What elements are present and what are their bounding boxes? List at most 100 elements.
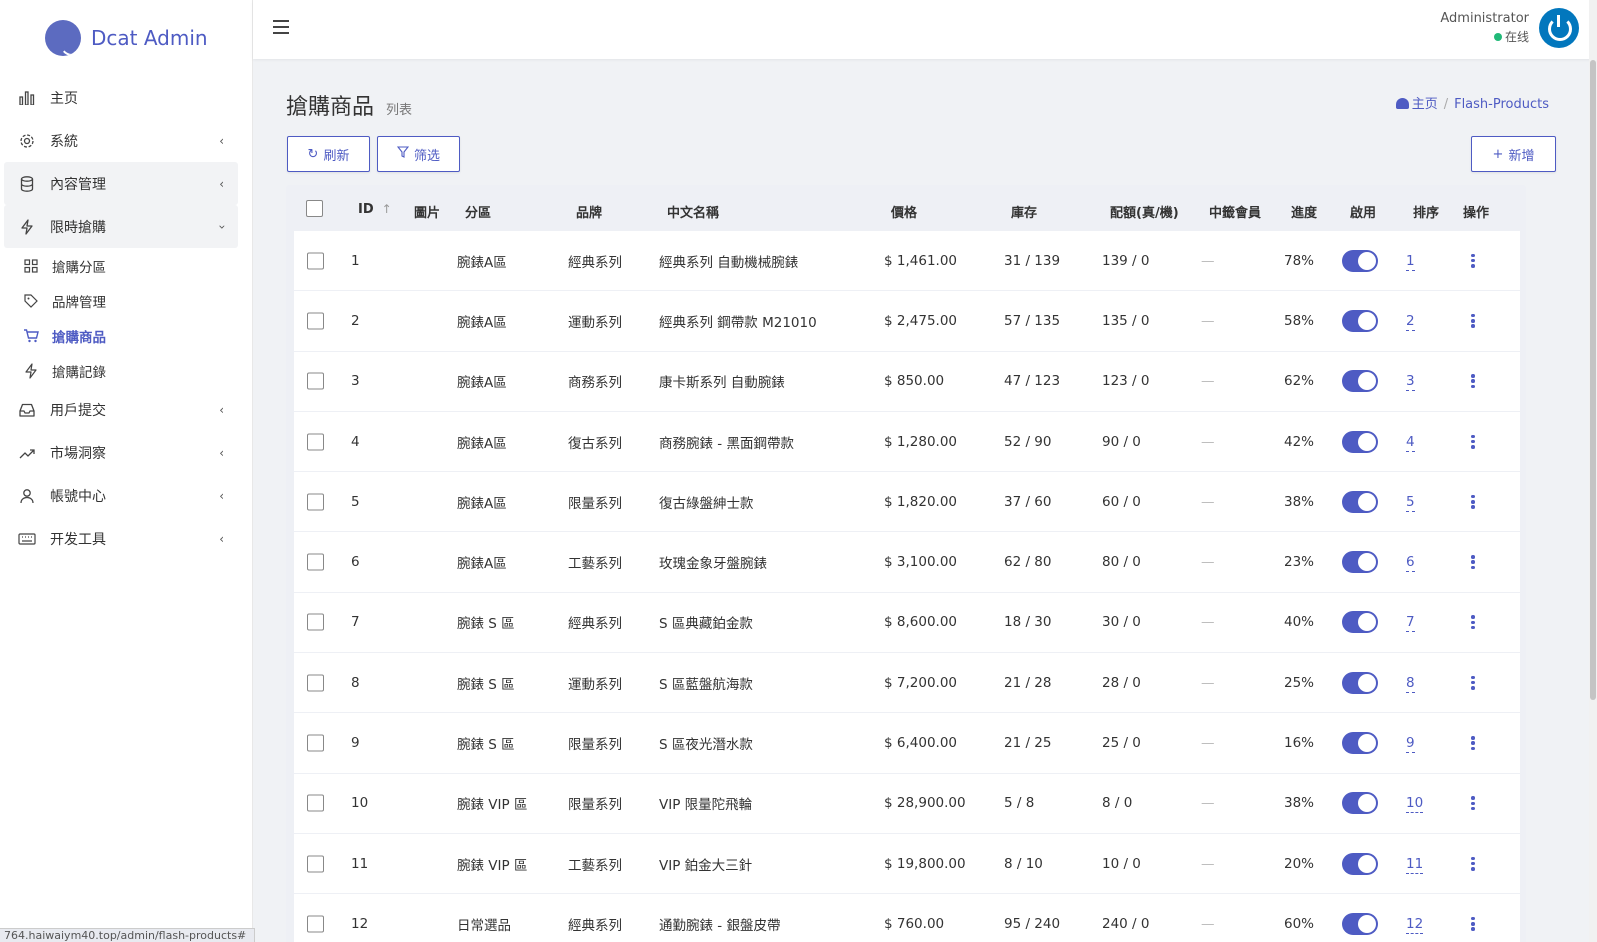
enabled-toggle[interactable] bbox=[1342, 490, 1378, 513]
table-row[interactable]: 2 腕錶A區 運動系列 經典系列 鋼帶款 M21010 $ 2,475.00 57 / 1… bbox=[294, 291, 1520, 352]
cell-brand: 工藝系列 bbox=[568, 556, 622, 573]
more-actions-icon[interactable] bbox=[1471, 253, 1475, 268]
more-actions-icon[interactable] bbox=[1471, 555, 1475, 570]
more-actions-icon[interactable] bbox=[1471, 313, 1475, 328]
cell-name: 復古綠盤紳士款 bbox=[659, 495, 754, 512]
more-actions-icon[interactable] bbox=[1471, 736, 1475, 751]
row-checkbox[interactable] bbox=[307, 252, 324, 270]
table-row[interactable]: 10 腕錶 VIP 區 限量系列 VIP 限量陀飛輪 $ 28,900.00 5 / 8 8… bbox=[294, 773, 1520, 834]
filter-icon bbox=[396, 146, 410, 162]
inbox-icon bbox=[18, 401, 36, 419]
page-scrollbar[interactable] bbox=[1589, 0, 1597, 942]
row-checkbox[interactable] bbox=[307, 734, 324, 752]
order-edit-link[interactable]: 7 bbox=[1406, 614, 1415, 633]
table-row[interactable]: 7 腕錶 S 區 經典系列 S 區典藏鉑金款 $ 8,600.00 18 / 30 30 /… bbox=[294, 592, 1520, 654]
table-row[interactable]: 6 腕錶A區 工藝系列 玫瑰金象牙盤腕錶 $ 3,100.00 62 / 80 80 / 0… bbox=[294, 532, 1520, 593]
sidebar-subitem-products[interactable]: 搶購商品 bbox=[22, 318, 252, 353]
select-all-checkbox[interactable] bbox=[306, 200, 323, 217]
row-checkbox[interactable] bbox=[307, 674, 324, 692]
sidebar: Dcat Admin 主页 系統 ‹ 內容管理 ‹ 限時搶購 ‹ 搶購分區 品牌… bbox=[0, 0, 255, 942]
enabled-toggle[interactable] bbox=[1342, 430, 1378, 453]
cell-progress: 58% bbox=[1284, 312, 1315, 329]
table-row[interactable]: 8 腕錶 S 區 運動系列 S 區藍盤航海款 $ 7,200.00 21 / 28 28 /… bbox=[294, 653, 1520, 714]
table-row[interactable]: 5 腕錶A區 限量系列 復古綠盤紳士款 $ 1,820.00 37 / 60 60 / 0 3… bbox=[294, 472, 1520, 533]
cell-name: 經典系列 鋼帶款 M21010 bbox=[659, 314, 817, 331]
avatar[interactable] bbox=[1539, 8, 1579, 48]
table-row[interactable]: 4 腕錶A區 復古系列 商務腕錶 - 黑面鋼帶款 $ 1,280.00 52 / 90 90… bbox=[294, 411, 1520, 473]
row-checkbox[interactable] bbox=[307, 312, 324, 330]
enabled-toggle[interactable] bbox=[1342, 912, 1378, 935]
row-checkbox[interactable] bbox=[307, 433, 324, 451]
cell-quota: 30 / 0 bbox=[1102, 614, 1141, 631]
cell-price: $ 1,461.00 bbox=[884, 252, 957, 269]
more-actions-icon[interactable] bbox=[1471, 615, 1475, 630]
brand[interactable]: Dcat Admin bbox=[0, 0, 252, 76]
order-edit-link[interactable]: 9 bbox=[1406, 735, 1415, 754]
cell-quota: 240 / 0 bbox=[1102, 915, 1150, 932]
row-checkbox[interactable] bbox=[307, 613, 324, 631]
row-checkbox[interactable] bbox=[307, 794, 324, 812]
sidebar-item-system[interactable]: 系統 ‹ bbox=[4, 119, 238, 162]
enabled-toggle[interactable] bbox=[1342, 852, 1378, 875]
cell-price: $ 19,800.00 bbox=[884, 855, 966, 872]
row-checkbox[interactable] bbox=[307, 553, 324, 571]
more-actions-icon[interactable] bbox=[1471, 796, 1475, 811]
cell-winners: — bbox=[1201, 312, 1215, 329]
filter-button[interactable]: 筛选 bbox=[377, 136, 460, 172]
enabled-toggle[interactable] bbox=[1342, 792, 1378, 815]
cell-quota: 135 / 0 bbox=[1102, 312, 1150, 329]
order-edit-link[interactable]: 8 bbox=[1406, 674, 1415, 693]
enabled-toggle[interactable] bbox=[1342, 671, 1378, 694]
add-new-button[interactable]: + 新增 bbox=[1471, 136, 1556, 172]
sidebar-item-home[interactable]: 主页 bbox=[4, 76, 238, 119]
sidebar-subitem-records[interactable]: 搶購記錄 bbox=[22, 353, 252, 388]
order-edit-link[interactable]: 2 bbox=[1406, 312, 1415, 331]
order-edit-link[interactable]: 6 bbox=[1406, 554, 1415, 573]
more-actions-icon[interactable] bbox=[1471, 374, 1475, 389]
sidebar-item-market[interactable]: 市場洞察 ‹ bbox=[4, 431, 238, 474]
order-edit-link[interactable]: 4 bbox=[1406, 433, 1415, 452]
more-actions-icon[interactable] bbox=[1471, 434, 1475, 449]
cell-quota: 10 / 0 bbox=[1102, 855, 1141, 872]
more-actions-icon[interactable] bbox=[1471, 675, 1475, 690]
enabled-toggle[interactable] bbox=[1342, 249, 1378, 272]
sidebar-item-devtools[interactable]: 开发工具 ‹ bbox=[4, 517, 238, 560]
breadcrumb-home[interactable]: 主页 bbox=[1412, 97, 1438, 112]
sidebar-item-account[interactable]: 帳號中心 ‹ bbox=[4, 474, 238, 517]
refresh-button[interactable]: ↻ 刷新 bbox=[287, 136, 370, 172]
more-actions-icon[interactable] bbox=[1471, 856, 1475, 871]
order-edit-link[interactable]: 3 bbox=[1406, 373, 1415, 392]
order-edit-link[interactable]: 5 bbox=[1406, 493, 1415, 512]
row-checkbox[interactable] bbox=[307, 855, 324, 873]
enabled-toggle[interactable] bbox=[1342, 732, 1378, 755]
order-edit-link[interactable]: 1 bbox=[1406, 252, 1415, 271]
table-row[interactable]: 11 腕錶 VIP 區 工藝系列 VIP 鉑金大三針 $ 19,800.00 8 / 10… bbox=[294, 833, 1520, 895]
user-menu[interactable]: Administrator 在线 bbox=[1440, 8, 1579, 48]
menu-toggle-icon[interactable] bbox=[273, 20, 289, 34]
table-row[interactable]: 12 日常選品 經典系列 通勤腕錶 - 銀盤皮帶 $ 760.00 95 / 240 240… bbox=[294, 894, 1520, 942]
order-edit-link[interactable]: 11 bbox=[1406, 855, 1424, 874]
enabled-toggle[interactable] bbox=[1342, 370, 1378, 393]
table-row[interactable]: 3 腕錶A區 商務系列 康卡斯系列 自動腕錶 $ 850.00 47 / 123 123 /… bbox=[294, 351, 1520, 412]
enabled-toggle[interactable] bbox=[1342, 551, 1378, 574]
order-edit-link[interactable]: 12 bbox=[1406, 915, 1424, 934]
more-actions-icon[interactable] bbox=[1471, 494, 1475, 509]
cell-zone: 腕錶A區 bbox=[457, 556, 507, 573]
more-actions-icon[interactable] bbox=[1471, 916, 1475, 931]
sidebar-subitem-zones[interactable]: 搶購分區 bbox=[22, 248, 252, 283]
sidebar-item-submissions[interactable]: 用戶提交 ‹ bbox=[4, 388, 238, 431]
th-brand: 品牌 bbox=[576, 206, 603, 221]
table-row[interactable]: 9 腕錶 S 區 限量系列 S 區夜光潛水款 $ 6,400.00 21 / 25 25 /… bbox=[294, 713, 1520, 774]
sidebar-item-content[interactable]: 內容管理 ‹ bbox=[4, 162, 238, 205]
table-row[interactable]: 1 腕錶A區 經典系列 經典系列 自動機械腕錶 $ 1,461.00 31 / 139 13… bbox=[294, 231, 1520, 292]
row-checkbox[interactable] bbox=[307, 493, 324, 511]
enabled-toggle[interactable] bbox=[1342, 611, 1378, 634]
sidebar-subitem-brands[interactable]: 品牌管理 bbox=[22, 283, 252, 318]
row-checkbox[interactable] bbox=[307, 372, 324, 390]
th-id[interactable]: ID ↑ bbox=[358, 202, 392, 217]
sidebar-item-flash-sale[interactable]: 限時搶購 ‹ bbox=[4, 205, 238, 248]
order-edit-link[interactable]: 10 bbox=[1406, 795, 1424, 814]
th-enabled: 啟用 bbox=[1350, 206, 1377, 221]
row-checkbox[interactable] bbox=[307, 915, 324, 933]
enabled-toggle[interactable] bbox=[1342, 309, 1378, 332]
